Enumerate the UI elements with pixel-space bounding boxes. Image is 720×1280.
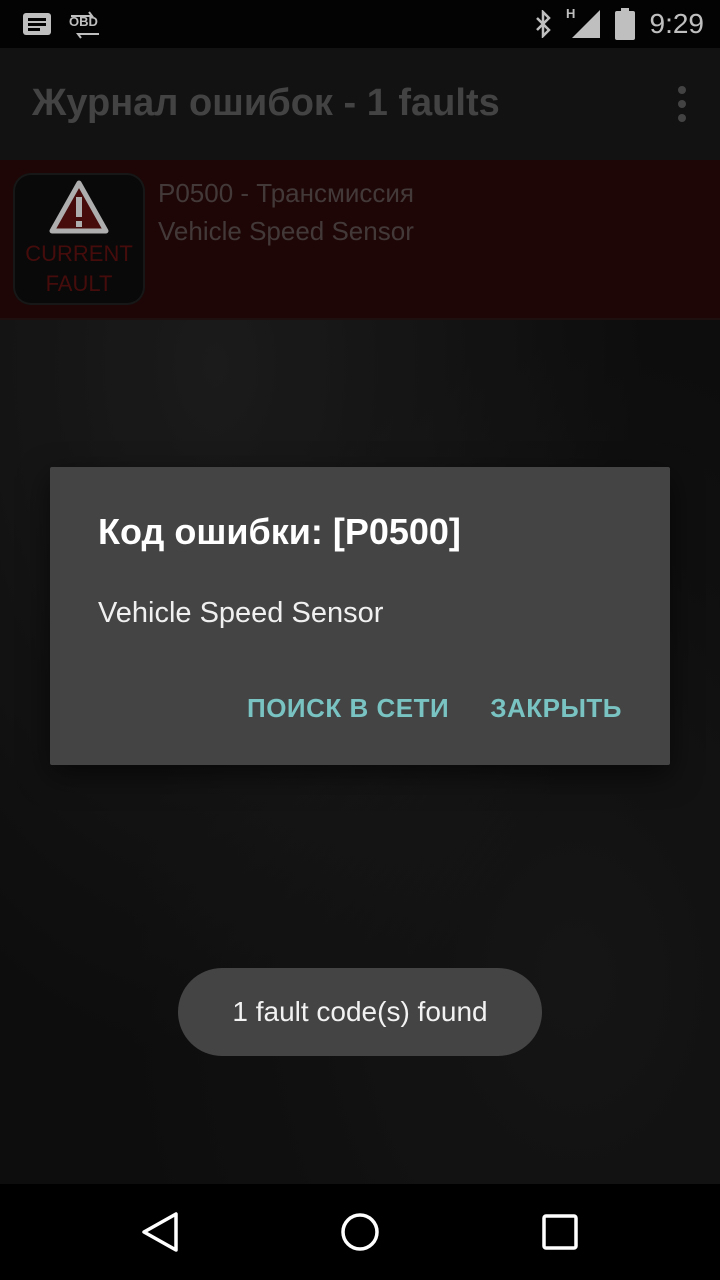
dialog-message: Vehicle Speed Sensor (98, 597, 384, 629)
close-button[interactable]: ЗАКРЫТЬ (490, 693, 622, 724)
recents-icon[interactable] (534, 1206, 586, 1258)
toast-message: 1 fault code(s) found (178, 968, 542, 1056)
dialog-title: Код ошибки: [P0500] (98, 511, 461, 552)
fault-code-dialog: Код ошибки: [P0500] Vehicle Speed Sensor… (50, 467, 670, 765)
search-web-button[interactable]: ПОИСК В СЕТИ (247, 693, 449, 724)
back-icon[interactable] (134, 1206, 186, 1258)
navigation-bar (0, 1184, 720, 1280)
home-icon[interactable] (334, 1206, 386, 1258)
